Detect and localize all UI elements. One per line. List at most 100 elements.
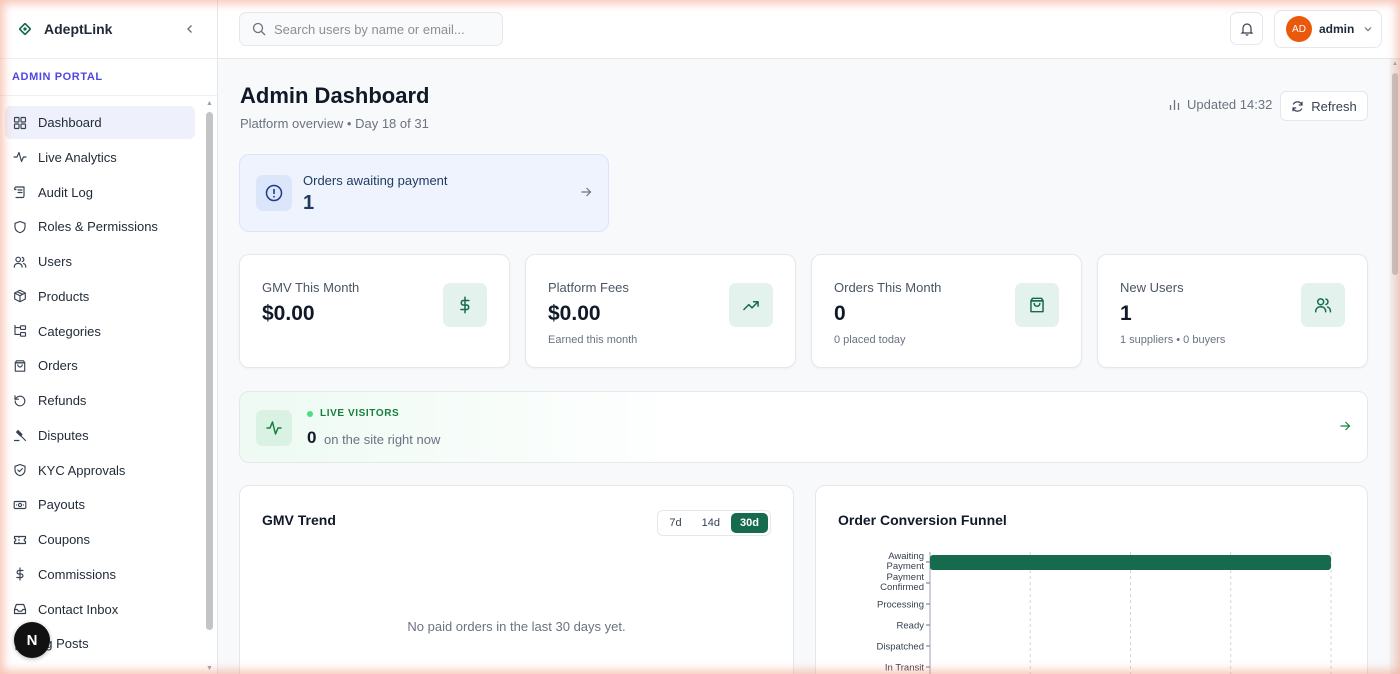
sidebar-item-label: Contact Inbox [38, 601, 119, 617]
users-icon [13, 255, 27, 269]
range-7d-button[interactable]: 7d [660, 513, 690, 533]
updated-indicator: Updated 14:32 [1168, 97, 1272, 112]
shopping-bag-icon [13, 359, 27, 373]
sidebar-item-contact-inbox[interactable]: Contact Inbox [5, 593, 195, 626]
sidebar-item-live-analytics[interactable]: Live Analytics [5, 141, 195, 174]
bell-icon [1240, 22, 1254, 36]
users-icon [1301, 283, 1345, 327]
gavel-icon [13, 428, 27, 442]
funnel-category-label: Processing [877, 600, 924, 611]
scroll-up-arrow-icon[interactable]: ▲ [1392, 61, 1398, 67]
shield-icon [13, 220, 27, 234]
stat-subtext: Earned this month [548, 334, 638, 346]
refresh-icon [1291, 100, 1311, 113]
refresh-button[interactable]: Refresh [1280, 91, 1368, 121]
range-14d-button[interactable]: 14d [693, 513, 729, 533]
collapse-sidebar-icon[interactable] [181, 21, 199, 37]
stat-card-orders-this-month: Orders This Month 0 0 placed today [811, 254, 1082, 368]
stat-label: GMV This Month [262, 280, 360, 295]
live-visitors-label-text: LIVE VISITORS [320, 408, 400, 419]
sidebar-item-label: Audit Log [38, 184, 93, 200]
scroll-up-arrow-icon[interactable]: ▲ [206, 100, 213, 107]
stat-card-platform-fees: Platform Fees $0.00 Earned this month [525, 254, 796, 368]
funnel-category-label: Ready [897, 621, 925, 632]
page-subtitle: Platform overview • Day 18 of 31 [240, 116, 429, 131]
sidebar-item-kyc-approvals[interactable]: KYC Approvals [5, 454, 195, 487]
activity-icon [13, 150, 27, 164]
alert-title: Orders awaiting payment [303, 173, 448, 188]
live-visitors-card[interactable]: LIVE VISITORS 0 on the site right now [239, 391, 1368, 463]
alert-value: 1 [303, 192, 315, 214]
search-input[interactable] [274, 21, 494, 37]
sidebar-item-dashboard[interactable]: Dashboard [5, 106, 195, 139]
funnel-chart: Awaiting PaymentPayment Confirmed Processin… [876, 551, 1332, 674]
stat-value: 1 [1120, 302, 1132, 325]
portal-label: ADMIN PORTAL [0, 59, 217, 96]
trending-up-icon [729, 283, 773, 327]
page-title: Admin Dashboard [240, 83, 430, 108]
chevron-down-icon [1363, 24, 1373, 34]
sidebar-item-label: Payouts [38, 497, 85, 513]
notifications-button[interactable] [1230, 12, 1263, 45]
refresh-label: Refresh [1311, 98, 1357, 114]
stat-card-gmv-this-month: GMV This Month $0.00 [239, 254, 510, 368]
sidebar-item-label: Dashboard [38, 115, 102, 130]
stat-value: $0.00 [262, 302, 315, 325]
arrow-right-icon [580, 186, 592, 198]
funnel-category-label: Dispatched [876, 642, 924, 653]
page-scrollbar[interactable]: ▲ [1390, 59, 1400, 674]
dollar-sign-icon [13, 567, 27, 581]
nextjs-dev-badge[interactable]: N [14, 622, 50, 658]
search-box[interactable] [239, 12, 503, 46]
search-icon [252, 22, 266, 36]
sidebar-item-disputes[interactable]: Disputes [5, 419, 195, 452]
stat-subtext: 1 suppliers • 0 buyers [1120, 334, 1226, 346]
sidebar-item-categories[interactable]: Categories [5, 315, 195, 348]
sidebar-item-products[interactable]: Products [5, 280, 195, 313]
banknote-icon [13, 498, 27, 512]
orders-awaiting-payment-card[interactable]: Orders awaiting payment 1 [239, 154, 609, 232]
range-30d-button[interactable]: 30d [731, 513, 768, 533]
activity-icon [256, 410, 292, 446]
gmv-trend-panel: GMV Trend 7d 14d 30d No paid orders in the… [239, 485, 794, 674]
brand-name: AdeptLink [44, 21, 113, 37]
sidebar-item-label: Users [38, 254, 72, 269]
sidebar-item-label: KYC Approvals [38, 462, 126, 478]
sidebar-item-label: Orders [38, 358, 78, 374]
sidebar-scroll-thumb[interactable] [206, 112, 213, 630]
sidebar-item-label: Disputes [38, 427, 89, 443]
scroll-down-arrow-icon[interactable]: ▼ [206, 665, 213, 672]
stat-value: 0 [834, 302, 846, 325]
page-scroll-thumb[interactable] [1392, 73, 1398, 275]
sidebar-item-coupons[interactable]: Coupons [5, 523, 195, 556]
arrow-right-icon [1339, 420, 1351, 432]
sidebar-item-label: Roles & Permissions [38, 219, 158, 235]
live-dot [307, 410, 313, 417]
order-funnel-panel: Order Conversion Funnel Awaiting Payment P… [815, 485, 1368, 674]
sidebar-item-payouts[interactable]: Payouts [5, 488, 195, 521]
sidebar: AdeptLink ADMIN PORTAL Dashboard Live Ana… [0, 0, 218, 674]
range-toggle: 7d 14d 30d [657, 510, 771, 536]
live-visitors-text: on the site right now [324, 432, 441, 447]
brand: AdeptLink [0, 0, 217, 59]
user-name: admin [1319, 22, 1355, 36]
sidebar-scrollbar[interactable]: ▲ ▼ [205, 100, 214, 674]
funnel-bar [930, 555, 1331, 570]
topbar: AD admin [218, 0, 1400, 59]
sidebar-item-audit-log[interactable]: Audit Log [5, 176, 195, 209]
stat-card-new-users: New Users 1 1 suppliers • 0 buyers [1097, 254, 1368, 368]
user-menu[interactable]: AD admin [1274, 10, 1382, 48]
brand-logo-icon [18, 22, 32, 36]
sidebar-item-orders[interactable]: Orders [5, 349, 195, 382]
sidebar-item-commissions[interactable]: Commissions [5, 558, 195, 591]
main-content: Admin Dashboard Platform overview • Day … [218, 59, 1390, 674]
shopping-bag-icon [1015, 283, 1059, 327]
sidebar-item-users[interactable]: Users [5, 245, 195, 278]
gmv-empty-message: No paid orders in the last 30 days yet. [407, 619, 626, 634]
ticket-icon [13, 533, 27, 547]
funnel-category-label: In Transit [885, 663, 924, 674]
sidebar-item-roles-and-permissions[interactable]: Roles & Permissions [5, 210, 195, 243]
sidebar-item-refunds[interactable]: Refunds [5, 384, 195, 417]
inbox-icon [13, 602, 27, 616]
bar-chart-icon [1168, 98, 1187, 111]
